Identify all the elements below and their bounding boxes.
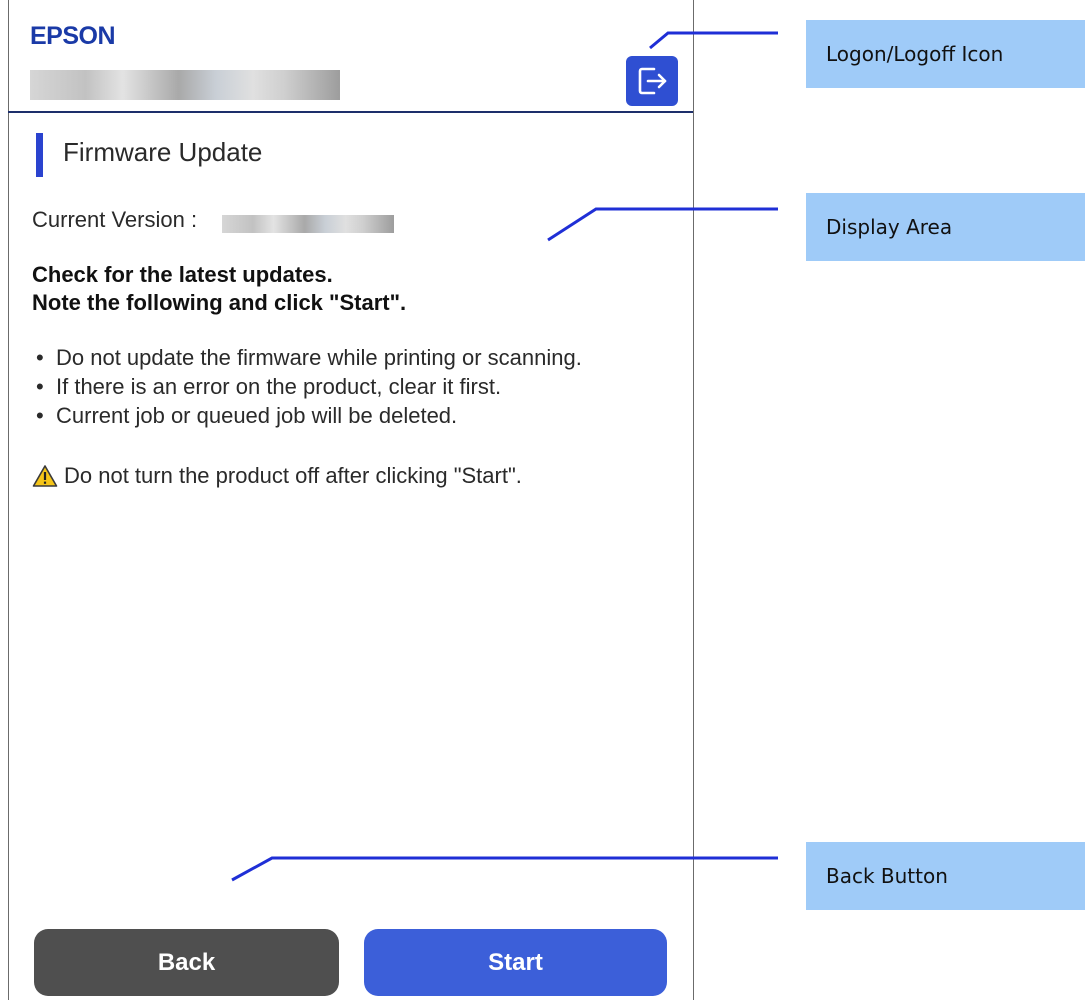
leader-line-display-area [547,207,778,242]
leader-line-back-button [231,856,778,882]
callout-back-button: Back Button [806,842,1085,910]
callout-display-area: Display Area [806,193,1085,261]
callout-logoff-icon: Logon/Logoff Icon [806,20,1085,88]
leader-line-logoff [649,31,778,50]
